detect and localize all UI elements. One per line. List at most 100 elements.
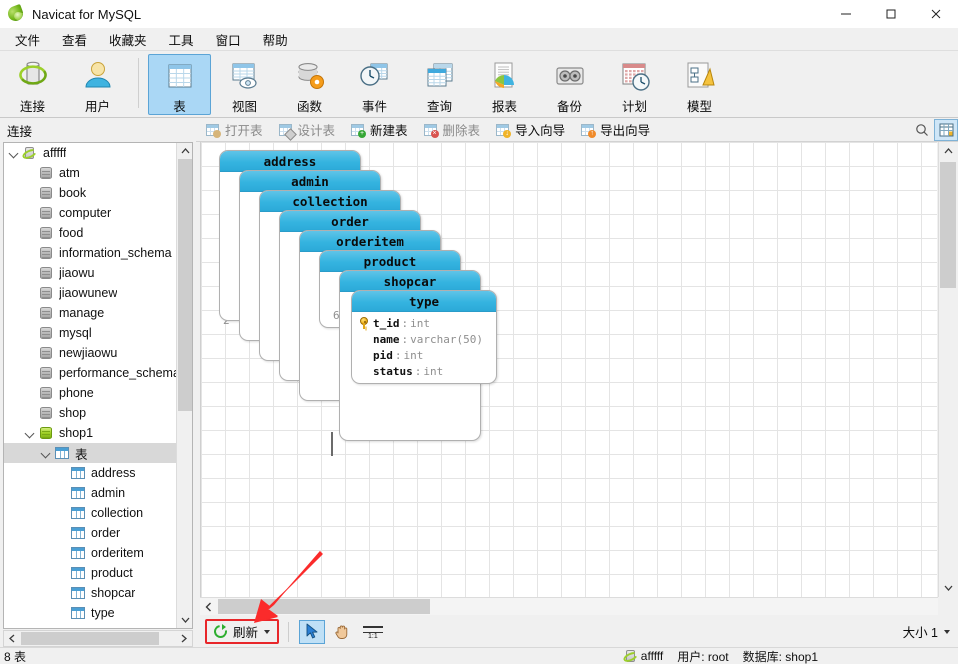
grid-view-icon[interactable] [934, 118, 958, 141]
tree-item-manage[interactable]: manage [4, 303, 176, 323]
tree-horizontal-scrollbar[interactable] [3, 630, 193, 647]
tree-scroll-down-icon[interactable] [177, 612, 192, 628]
tree-item-afffff[interactable]: afffff [4, 143, 176, 163]
tree-item-book[interactable]: book [4, 183, 176, 203]
action-button-label: 导出向导 [600, 124, 651, 138]
tree-item-shop1[interactable]: shop1 [4, 423, 176, 443]
tree-scroll-up-icon[interactable] [177, 143, 192, 159]
action-import-wizard[interactable]: ↓ 导入向导 [489, 119, 571, 140]
canvas-scroll-up-icon[interactable] [939, 142, 957, 160]
tree-item-product[interactable]: product [4, 563, 176, 583]
toolbar-button-view[interactable]: 视图 [213, 54, 276, 115]
menu-help[interactable]: 帮助 [252, 29, 299, 50]
table-card-title: shopcar [340, 271, 480, 292]
tree-item-type[interactable]: type [4, 603, 176, 623]
model-canvas[interactable]: 2 : addressadmincollectionorderorderitem… [200, 142, 937, 597]
toolbar-button-query[interactable]: 查询 [408, 54, 471, 115]
canvas-hscroll-thumb[interactable] [218, 599, 430, 614]
action-design-table[interactable]: 设计表 [272, 119, 342, 141]
tree-item-orderitem[interactable]: orderitem [4, 543, 176, 563]
toolbar-button-report[interactable]: 报表 [473, 54, 536, 115]
tree-scroll-left-icon[interactable] [4, 631, 20, 646]
close-button[interactable] [913, 0, 958, 28]
tree-expander-icon[interactable] [38, 445, 54, 461]
toolbar-button-schedule[interactable]: 计划 [603, 54, 666, 115]
tree-item-mysql[interactable]: mysql [4, 323, 176, 343]
tree-item-label: newjiaowu [59, 346, 118, 360]
menu-tools[interactable]: 工具 [158, 29, 205, 50]
tree-item-newjiaowu[interactable]: newjiaowu [4, 343, 176, 363]
status-connection-name: afffff [640, 649, 664, 663]
toolbar-button-event[interactable]: 事件 [343, 54, 406, 115]
toolbar-button-function[interactable]: 函数 [278, 54, 341, 115]
toolbar-button-connection[interactable]: 连接 [1, 54, 64, 115]
pointer-tool-button[interactable] [299, 619, 326, 644]
canvas-scroll-left-icon[interactable] [200, 598, 216, 616]
model-icon [683, 59, 717, 93]
tree-item-shopcar[interactable]: shopcar [4, 583, 176, 603]
database-icon [38, 225, 54, 241]
menu-window[interactable]: 窗口 [205, 29, 252, 50]
menu-view[interactable]: 查看 [51, 29, 98, 50]
tree-item-food[interactable]: food [4, 223, 176, 243]
delete-table-icon: × [423, 122, 439, 138]
canvas-horizontal-scrollbar[interactable] [200, 597, 938, 615]
canvas-vertical-scrollbar[interactable] [938, 142, 956, 597]
tree-item-order[interactable]: order [4, 523, 176, 543]
canvas-size-selector[interactable]: 大小 1 [903, 622, 950, 641]
event-icon [358, 59, 392, 93]
status-database: 数据库: shop1 [742, 649, 818, 664]
action-delete-table[interactable]: × 删除表 [417, 119, 487, 140]
tree-expander-icon[interactable] [22, 425, 38, 441]
tree-scroll-right-icon[interactable] [176, 631, 192, 646]
tree-item-phone[interactable]: phone [4, 383, 176, 403]
minimize-button[interactable] [823, 0, 868, 28]
search-icon[interactable] [910, 119, 934, 141]
tree-vertical-scrollbar[interactable] [176, 143, 192, 628]
tree-item-jiaowu[interactable]: jiaowu [4, 263, 176, 283]
table-card-title: address [220, 151, 360, 172]
action-export-wizard[interactable]: ↑ 导出向导 [574, 119, 656, 140]
toolbar-button-label: 事件 [361, 100, 387, 114]
database-icon [38, 245, 54, 261]
action-new-table[interactable]: + 新建表 [344, 119, 414, 140]
table-column-row: name: varchar(50) [357, 331, 491, 347]
chevron-down-icon[interactable] [264, 629, 271, 634]
user-icon [81, 59, 115, 93]
hand-tool-button[interactable] [329, 620, 355, 644]
action-open-table[interactable]: 打开表 [199, 119, 269, 140]
tree-item-[interactable]: 表 [4, 443, 176, 463]
tree-expander-icon[interactable] [6, 145, 22, 161]
tree-item-admin[interactable]: admin [4, 483, 176, 503]
tree-item-jiaowunew[interactable]: jiaowunew [4, 283, 176, 303]
menu-favorites[interactable]: 收藏夹 [98, 29, 158, 50]
tree-hscroll-thumb[interactable] [21, 632, 159, 645]
refresh-button[interactable]: 刷新 [209, 621, 274, 642]
connection-icon [621, 648, 639, 664]
connections-panel-header: 连接 [0, 118, 196, 142]
tree-item-atm[interactable]: atm [4, 163, 176, 183]
table-card[interactable]: type t_id: int name: varchar(50) pid: int statu… [351, 290, 497, 384]
tree-item-shop[interactable]: shop [4, 403, 176, 423]
maximize-button[interactable] [868, 0, 913, 28]
tree-item-information_schema[interactable]: information_schema [4, 243, 176, 263]
tree-item-performance_schema[interactable]: performance_schema [4, 363, 176, 383]
table-icon [70, 585, 86, 601]
menu-file[interactable]: 文件 [4, 29, 51, 50]
toolbar-button-table[interactable]: 表 [148, 54, 211, 115]
tree-item-collection[interactable]: collection [4, 503, 176, 523]
zoom-reset-button[interactable]: 1:1 [359, 620, 387, 644]
tree-item-address[interactable]: address [4, 463, 176, 483]
tree-item-computer[interactable]: computer [4, 203, 176, 223]
canvas-scroll-down-icon[interactable] [939, 579, 957, 597]
canvas-vscroll-thumb[interactable] [940, 162, 956, 288]
tree-scroll-thumb[interactable] [178, 159, 192, 411]
table-column-row: pid: int [357, 347, 491, 363]
chevron-down-icon[interactable] [944, 629, 950, 634]
toolbar-button-backup[interactable]: 备份 [538, 54, 601, 115]
toolbar-button-model[interactable]: 模型 [668, 54, 731, 115]
toolbar-button-user[interactable]: 用户 [66, 54, 129, 115]
relation-line [331, 432, 333, 456]
